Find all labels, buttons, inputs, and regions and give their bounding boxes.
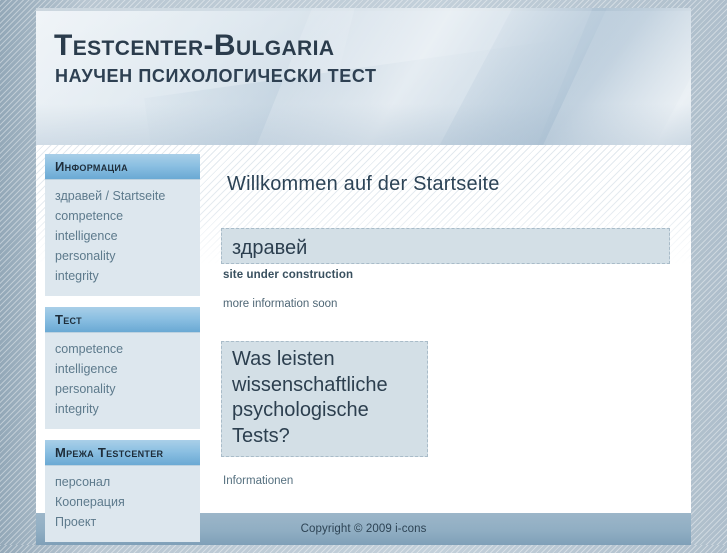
sidebar-item-personal[interactable]: персонал: [45, 472, 200, 492]
welcome-highlight-box: здравей: [221, 228, 670, 264]
under-construction-notice: site under construction: [223, 269, 354, 281]
page-title: Willkommen auf der Startseite: [227, 173, 500, 195]
header-decor-streak-4: [497, 8, 691, 145]
list-item: Проект: [45, 512, 200, 532]
list-item: integrity: [45, 266, 200, 286]
site-subtitle: НАУЧЕН ПСИХОЛОГИЧЕСКИ ТЕСТ: [55, 65, 377, 86]
sidebar-block-mreza-testcenter: Мрежа Testcenter персонал Кооперация Про…: [45, 440, 200, 542]
list-item: intelligence: [45, 226, 200, 246]
list-item: personality: [45, 246, 200, 266]
sidebar-item-personality-test[interactable]: personality: [45, 379, 200, 399]
list-item: competence: [45, 206, 200, 226]
sidebar-item-competence-info[interactable]: competence: [45, 206, 200, 226]
sidebar-item-personality-info[interactable]: personality: [45, 246, 200, 266]
sidebar-block-title-mreza-testcenter: Мрежа Testcenter: [45, 440, 200, 466]
sidebar-block-title-test: Тест: [45, 307, 200, 333]
brand: Testcenter-Bulgaria НАУЧЕН ПСИХОЛОГИЧЕСК…: [54, 30, 377, 85]
sidebar-block-test: Тест competence intelligence personality…: [45, 307, 200, 429]
list-item: персонал: [45, 472, 200, 492]
more-information-text: more information soon: [223, 298, 338, 310]
list-item: Кооперация: [45, 492, 200, 512]
sidebar-item-integrity-info[interactable]: integrity: [45, 266, 200, 286]
header-top-rule: [36, 8, 691, 11]
informationen-link[interactable]: Informationen: [223, 475, 691, 487]
sidebar-list-test: competence intelligence personality inte…: [45, 333, 200, 429]
body-area: Информациа здравей / Startseite competen…: [36, 145, 691, 542]
list-item: personality: [45, 379, 200, 399]
sidebar-item-zdravei-startseite[interactable]: здравей / Startseite: [45, 186, 200, 206]
list-item: здравей / Startseite: [45, 186, 200, 206]
site-title: Testcenter-Bulgaria: [54, 29, 335, 62]
page-container: Testcenter-Bulgaria НАУЧЕН ПСИХОЛОГИЧЕСК…: [36, 8, 691, 545]
sidebar-block-title-informacia: Информациа: [45, 154, 200, 180]
sidebar: Информациа здравей / Startseite competen…: [45, 154, 200, 553]
sidebar-item-proekt[interactable]: Проект: [45, 512, 200, 532]
list-item: intelligence: [45, 359, 200, 379]
list-item: competence: [45, 339, 200, 359]
main-content: Willkommen auf der Startseite здравей si…: [218, 145, 691, 513]
site-header-banner: Testcenter-Bulgaria НАУЧЕН ПСИХОЛОГИЧЕСК…: [36, 8, 691, 145]
question-highlight-box: Was leisten wissenschaftliche psychologi…: [221, 341, 428, 458]
header-decor-streak-3: [377, 8, 691, 145]
sidebar-item-intelligence-test[interactable]: intelligence: [45, 359, 200, 379]
sidebar-item-competence-test[interactable]: competence: [45, 339, 200, 359]
sidebar-item-kooperacia[interactable]: Кооперация: [45, 492, 200, 512]
sidebar-list-informacia: здравей / Startseite competence intellig…: [45, 180, 200, 296]
sidebar-block-informacia: Информациа здравей / Startseite competen…: [45, 154, 200, 296]
list-item: integrity: [45, 399, 200, 419]
sidebar-item-intelligence-info[interactable]: intelligence: [45, 226, 200, 246]
header-decor-fade: [36, 104, 691, 145]
sidebar-item-integrity-test[interactable]: integrity: [45, 399, 200, 419]
sidebar-list-mreza: персонал Кооперация Проект: [45, 466, 200, 542]
